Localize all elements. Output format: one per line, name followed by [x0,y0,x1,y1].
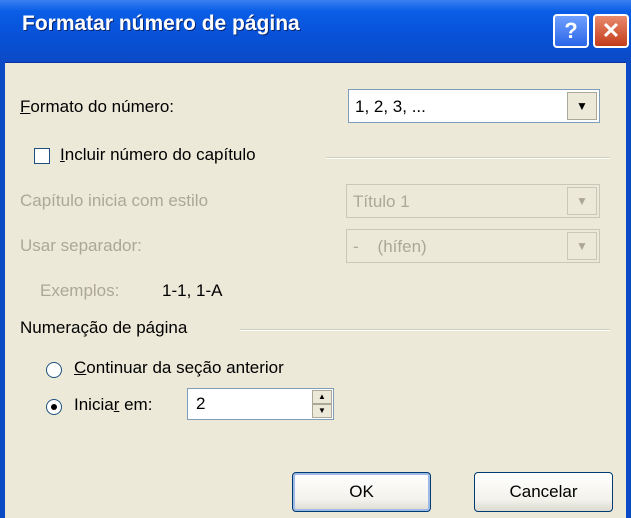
include-chapter-label[interactable]: Incluir número do capítulo [60,145,256,165]
help-button[interactable]: ? [553,14,589,48]
start-at-label[interactable]: Iniciar em: [74,395,152,415]
number-format-label: Formato do número: [20,97,175,116]
help-icon: ? [564,18,578,43]
chapter-style-select[interactable]: Título 1 ▼ [346,184,600,218]
title-bar: Formatar número de página ? ✕ [0,0,631,63]
include-chapter-checkbox[interactable] [34,148,50,164]
chapter-style-value: Título 1 [353,192,410,211]
spin-down-icon[interactable]: ▼ [312,404,332,418]
page-numbering-group-label: Numeração de página [20,318,188,337]
number-format-select[interactable]: 1, 2, 3, ... ▼ [348,89,600,123]
chapter-group-line [326,157,610,159]
continue-label[interactable]: Continuar da seção anterior [74,358,284,378]
separator-label: Usar separador: [20,236,142,255]
ok-button[interactable]: OK [292,472,431,512]
examples-value: 1-1, 1-A [162,281,223,300]
dialog-title: Formatar número de página [22,12,300,35]
separator-value: - (hífen) [353,237,427,256]
chevron-down-icon[interactable]: ▼ [567,232,597,260]
examples-label: Exemplos: [40,281,120,300]
chevron-down-icon[interactable]: ▼ [567,92,597,120]
window-frame-left [0,62,5,518]
number-format-value: 1, 2, 3, ... [355,97,426,116]
chevron-down-icon[interactable]: ▼ [567,187,597,215]
spin-up-icon[interactable]: ▲ [312,390,332,404]
cancel-button[interactable]: Cancelar [474,472,613,512]
chapter-style-label: Capítulo inicia com estilo [20,191,209,210]
separator-select[interactable]: - (hífen) ▼ [346,229,600,263]
window-frame-right [626,62,631,518]
continue-radio[interactable] [46,362,62,378]
close-button[interactable]: ✕ [593,14,629,48]
start-at-spinner[interactable]: 2 ▲ ▼ [187,388,334,420]
start-at-radio[interactable] [46,399,62,415]
page-numbering-group-line [240,329,610,331]
close-icon: ✕ [601,18,621,43]
start-at-input[interactable]: 2 [196,394,205,414]
